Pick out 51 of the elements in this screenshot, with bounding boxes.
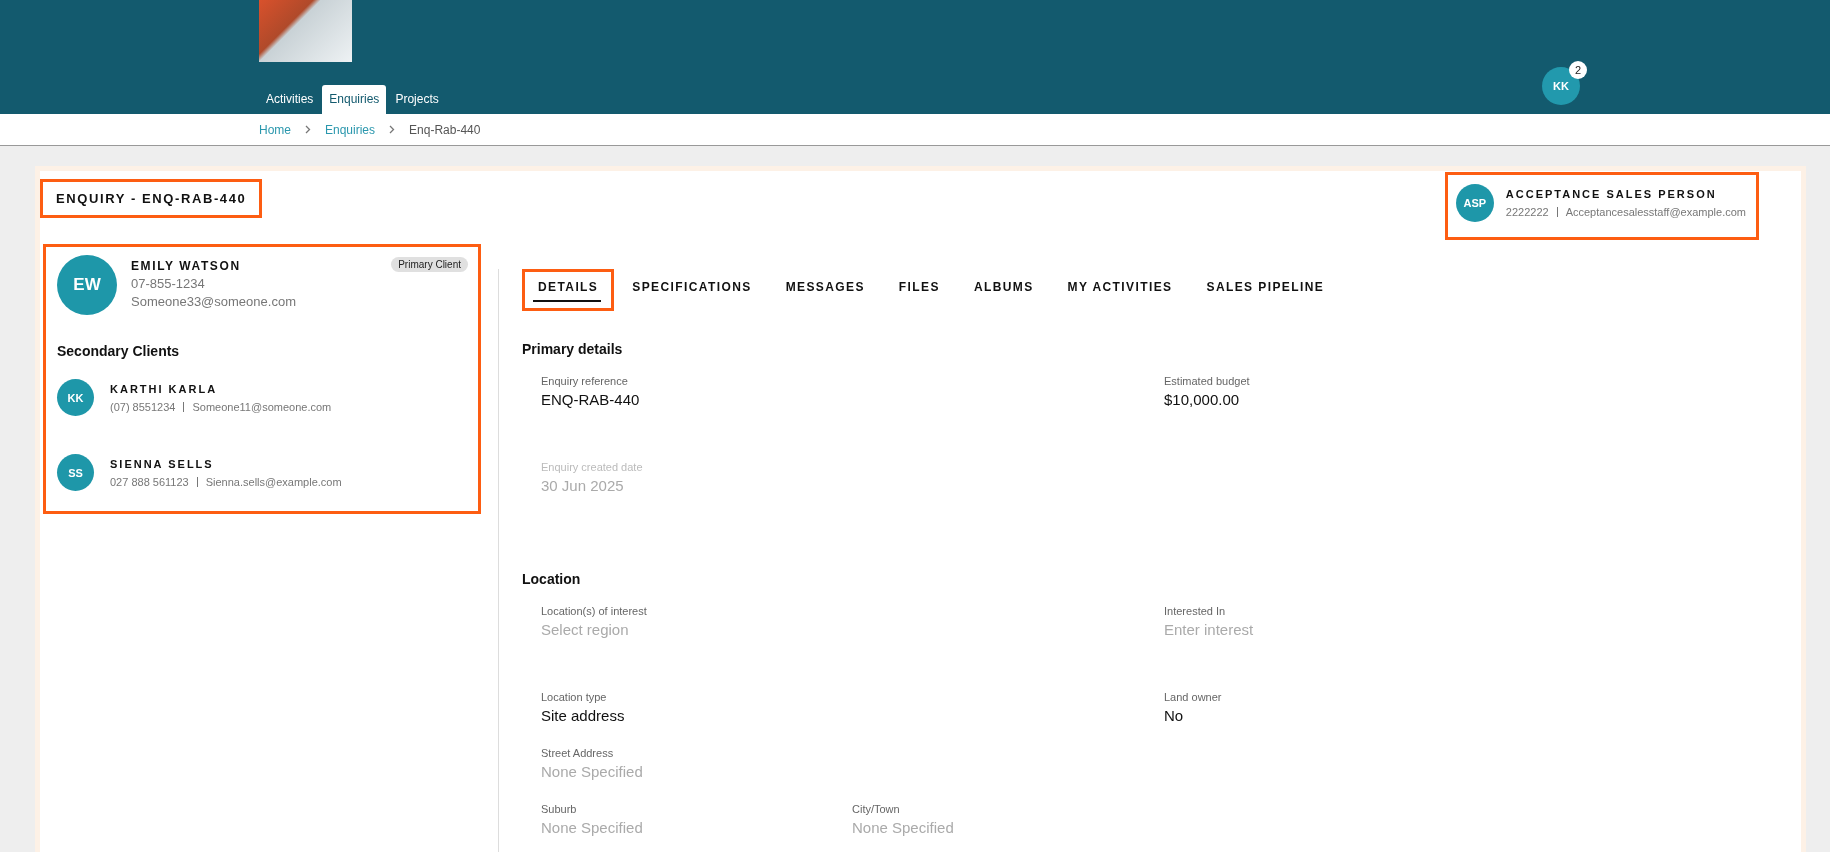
field-value: Site address	[541, 707, 626, 724]
client-name: EMILY WATSON	[131, 259, 242, 273]
section-heading: Location	[522, 571, 582, 587]
nav-tab[interactable]: Activities	[259, 85, 321, 114]
section-heading: Primary details	[522, 341, 624, 357]
avatar: KK	[57, 379, 94, 416]
field-value: No	[1164, 707, 1185, 724]
email-text: Someone33@someone.com	[131, 294, 296, 309]
field-label: Enquiry reference	[541, 375, 629, 387]
avatar: ASP	[1455, 184, 1494, 222]
field-label: Land owner	[1164, 691, 1223, 703]
avatar: EW	[57, 255, 117, 315]
field-label: Location type	[541, 691, 608, 703]
primary-client-badge: Primary Client	[391, 257, 468, 272]
nav-tab[interactable]: Enquiries	[322, 85, 387, 114]
tab[interactable]: ALBUMS	[957, 269, 1050, 311]
person-name: ACCEPTANCE SALES PERSON	[1505, 188, 1718, 200]
field-value: $10,000.00	[1164, 391, 1241, 408]
field-label: City/Town	[852, 803, 901, 815]
chevron-icon	[389, 125, 396, 134]
client-name: SIENNA SELLS	[110, 457, 215, 470]
tab[interactable]: FILES	[882, 269, 956, 311]
phone-text: 07-855-1234	[131, 276, 206, 291]
field-label: Location(s) of interest	[541, 605, 648, 617]
section-heading: Secondary Clients	[57, 343, 181, 359]
phone-text: (07) 8551234	[110, 400, 176, 413]
email-text: Acceptancesalesstaff@example.com	[1565, 206, 1746, 218]
field-value: 30 Jun 2025	[541, 477, 625, 494]
notification-badge: 2	[1569, 61, 1587, 79]
tab[interactable]: SPECIFICATIONS	[616, 269, 768, 311]
tab[interactable]: MESSAGES	[769, 269, 881, 311]
breadcrumb-link[interactable]: Enquiries	[325, 122, 376, 137]
phone-text: 2222222	[1505, 206, 1549, 218]
field-label: Enquiry created date	[541, 461, 644, 473]
tab[interactable]: SALES PIPELINE	[1190, 269, 1341, 311]
email-text: Sienna.sells@example.com	[205, 475, 342, 488]
field-label: Estimated budget	[1164, 375, 1251, 387]
field-label: Street Address	[541, 747, 615, 759]
breadcrumb-link[interactable]: Enq-Rab-440	[409, 122, 481, 137]
page-title: ENQUIRY - ENQ-RAB-440	[40, 179, 263, 218]
field-label: Interested In	[1164, 605, 1227, 617]
avatar: SS	[57, 454, 94, 491]
client-name: KARTHI KARLA	[110, 382, 219, 395]
phone-text: 027 888 561123	[110, 475, 189, 488]
tab[interactable]: DETAILS	[522, 269, 615, 311]
email-text: Someone11@someone.com	[192, 400, 332, 413]
field-label: Suburb	[541, 803, 578, 815]
tab[interactable]: MY ACTIVITIES	[1051, 269, 1189, 311]
nav-tab[interactable]: Projects	[388, 85, 446, 114]
chevron-icon	[305, 125, 311, 134]
field-value: ENQ-RAB-440	[541, 391, 641, 408]
